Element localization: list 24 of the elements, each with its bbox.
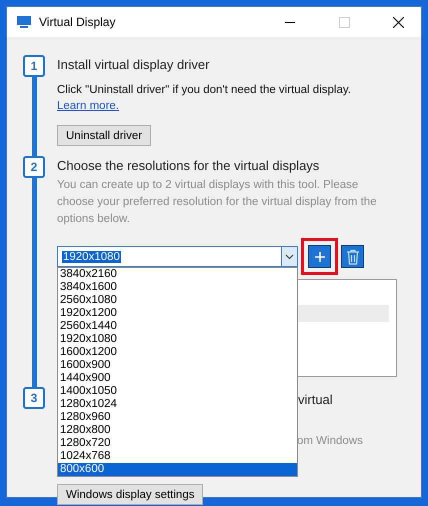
step-description: Click "Uninstall driver" if you don't need the virtual display.	[57, 83, 351, 98]
display-list[interactable]	[297, 279, 397, 377]
step-title: virtual	[298, 391, 333, 409]
trash-icon	[346, 248, 360, 264]
step-number: 2	[23, 156, 45, 178]
chevron-down-icon[interactable]	[281, 247, 297, 266]
maximize-icon	[338, 16, 350, 28]
step-description: om Windows	[297, 434, 363, 449]
plus-icon	[314, 250, 326, 262]
learn-more-link[interactable]: Learn more.	[57, 99, 120, 114]
add-button[interactable]	[308, 245, 331, 268]
step-description: You can create up to 2 virtual displays with this tool. Please choose your preferred resolution for the virtual display from the options below.	[57, 178, 378, 227]
dropdown-option[interactable]: 800x600	[58, 463, 297, 476]
step-title: Install virtual display driver	[57, 56, 210, 74]
trash-button[interactable]	[341, 245, 364, 268]
monitor-icon	[17, 16, 31, 28]
close-icon	[392, 16, 404, 28]
step-number: 3	[23, 387, 45, 409]
step-number: 1	[23, 55, 45, 77]
display-settings-button[interactable]: Windows display settings	[57, 484, 204, 505]
window-title: Virtual Display	[39, 15, 116, 29]
step-title: Choose the resolutions for the virtual displays	[57, 157, 320, 175]
selected-value: 1920x1080	[62, 250, 121, 262]
uninstall-driver-button[interactable]: Uninstall driver	[57, 125, 152, 146]
